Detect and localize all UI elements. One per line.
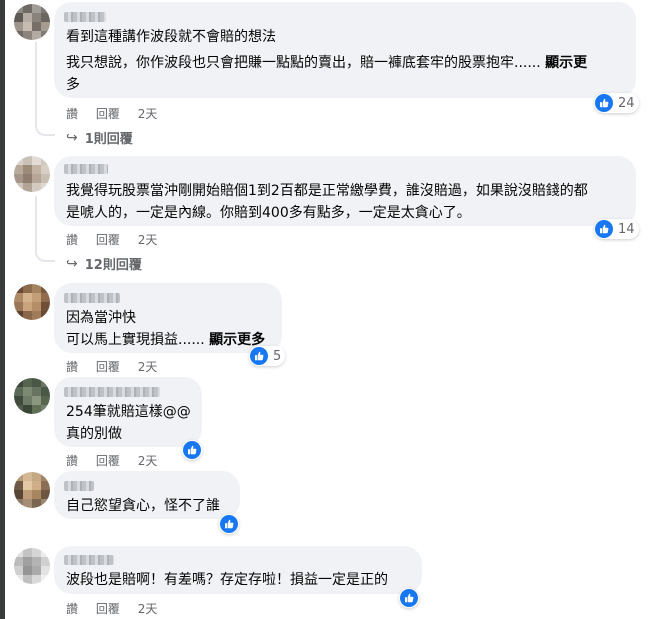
comment-actions: 讚 回覆 2天	[66, 600, 171, 617]
comment-text: 我覺得玩股票當沖剛開始賠個1到2百都是正常繳學費，誰沒賠過，如果說沒賠錢的都	[66, 183, 588, 199]
timestamp[interactable]: 2天	[138, 452, 158, 469]
like-link[interactable]: 讚	[66, 231, 78, 248]
thread-curve	[35, 120, 55, 136]
like-icon	[595, 220, 613, 238]
comment-text: 真的別做	[66, 426, 122, 442]
like-icon	[250, 347, 268, 365]
commenter-name-blurred[interactable]	[64, 293, 120, 303]
avatar[interactable]	[14, 378, 50, 414]
comment-bubble: 因為當沖快 可以馬上實現損益...... 顯示更多	[54, 283, 282, 353]
reply-arrow-icon: ↪	[66, 255, 78, 272]
comment-bubble: 我覺得玩股票當沖剛開始賠個1到2百都是正常繳學費，誰沒賠過，如果說沒賠錢的都 是…	[54, 156, 636, 226]
reply-link[interactable]: 回覆	[96, 600, 120, 617]
like-link[interactable]: 讚	[66, 452, 78, 469]
thread-line	[35, 196, 37, 246]
comment-actions: 讚 回覆 2天	[66, 452, 171, 469]
replies-count: 1則回覆	[84, 132, 133, 147]
like-icon	[220, 515, 238, 533]
reaction-summary[interactable]: 5	[249, 346, 286, 366]
reply-link[interactable]: 回覆	[96, 105, 120, 122]
avatar[interactable]	[14, 156, 50, 192]
like-icon	[595, 94, 613, 112]
replies-count: 12則回覆	[84, 258, 142, 273]
reaction-summary[interactable]	[399, 588, 419, 608]
avatar[interactable]	[14, 284, 50, 320]
like-link[interactable]: 讚	[66, 105, 78, 122]
avatar[interactable]	[14, 472, 50, 508]
reply-link[interactable]: 回覆	[96, 452, 120, 469]
reaction-count: 14	[618, 221, 635, 237]
view-replies-link[interactable]: ↪ 1則回覆	[66, 128, 133, 148]
comment-text: 我只想說，你作波段也只會把賺一點點的賣出，賠一褲底套牢的股票抱牢...... 顯…	[66, 55, 588, 71]
reaction-count: 5	[273, 348, 282, 364]
comment-bubble: 波段也是賠啊！有差嗎？存定存啦！損益一定是正的	[54, 546, 422, 594]
comment-bubble: 看到這種講作波段就不會賠的想法 我只想說，你作波段也只會把賺一點點的賣出，賠一褲…	[54, 2, 636, 98]
avatar[interactable]	[14, 548, 50, 584]
reaction-summary[interactable]: 14	[594, 219, 639, 239]
commenter-name-blurred[interactable]	[64, 555, 114, 565]
like-icon	[183, 441, 201, 459]
avatar[interactable]	[14, 4, 50, 40]
thread-curve	[35, 246, 55, 262]
comment-bubble: 254筆就賠這樣@@ 真的別做	[54, 377, 202, 447]
timestamp[interactable]: 2天	[138, 105, 158, 122]
reaction-summary[interactable]	[182, 440, 202, 460]
comment-actions: 讚 回覆 2天	[66, 105, 171, 122]
comment-text: 254筆就賠這樣@@	[66, 404, 191, 420]
timestamp[interactable]: 2天	[138, 231, 158, 248]
commenter-name-blurred[interactable]	[64, 164, 108, 174]
comment-bubble: 自己慾望貪心，怪不了誰	[54, 471, 240, 519]
comment-text: 波段也是賠啊！有差嗎？存定存啦！損益一定是正的	[66, 572, 388, 588]
reaction-summary[interactable]	[219, 514, 239, 534]
comment-actions: 讚 回覆 2天	[66, 358, 171, 375]
view-replies-link[interactable]: ↪ 12則回覆	[66, 254, 142, 274]
reply-link[interactable]: 回覆	[96, 358, 120, 375]
comment-text: 可以馬上實現損益...... 顯示更多	[66, 332, 266, 348]
commenter-name-blurred[interactable]	[64, 12, 106, 22]
comment-text: 是唬人的，一定是內線。你賠到400多有點多，一定是太貪心了。	[66, 205, 471, 221]
thread-line	[35, 42, 37, 120]
reply-link[interactable]: 回覆	[96, 231, 120, 248]
timestamp[interactable]: 2天	[138, 358, 158, 375]
comment-text: 多	[66, 77, 80, 93]
comment-text: 看到這種講作波段就不會賠的想法	[66, 29, 276, 45]
like-link[interactable]: 讚	[66, 358, 78, 375]
reaction-count: 24	[618, 95, 635, 111]
like-icon	[400, 589, 418, 607]
reply-arrow-icon: ↪	[66, 129, 78, 146]
commenter-name-blurred[interactable]	[64, 387, 160, 397]
like-link[interactable]: 讚	[66, 600, 78, 617]
reaction-summary[interactable]: 24	[594, 93, 639, 113]
comment-actions: 讚 回覆 2天	[66, 231, 171, 248]
comment-text: 因為當沖快	[66, 310, 136, 326]
see-more-link[interactable]: 顯示更	[545, 55, 587, 71]
window-edge	[0, 0, 5, 619]
timestamp[interactable]: 2天	[138, 600, 158, 617]
commenter-name-blurred[interactable]	[64, 481, 94, 491]
comment-text: 自己慾望貪心，怪不了誰	[66, 498, 220, 514]
